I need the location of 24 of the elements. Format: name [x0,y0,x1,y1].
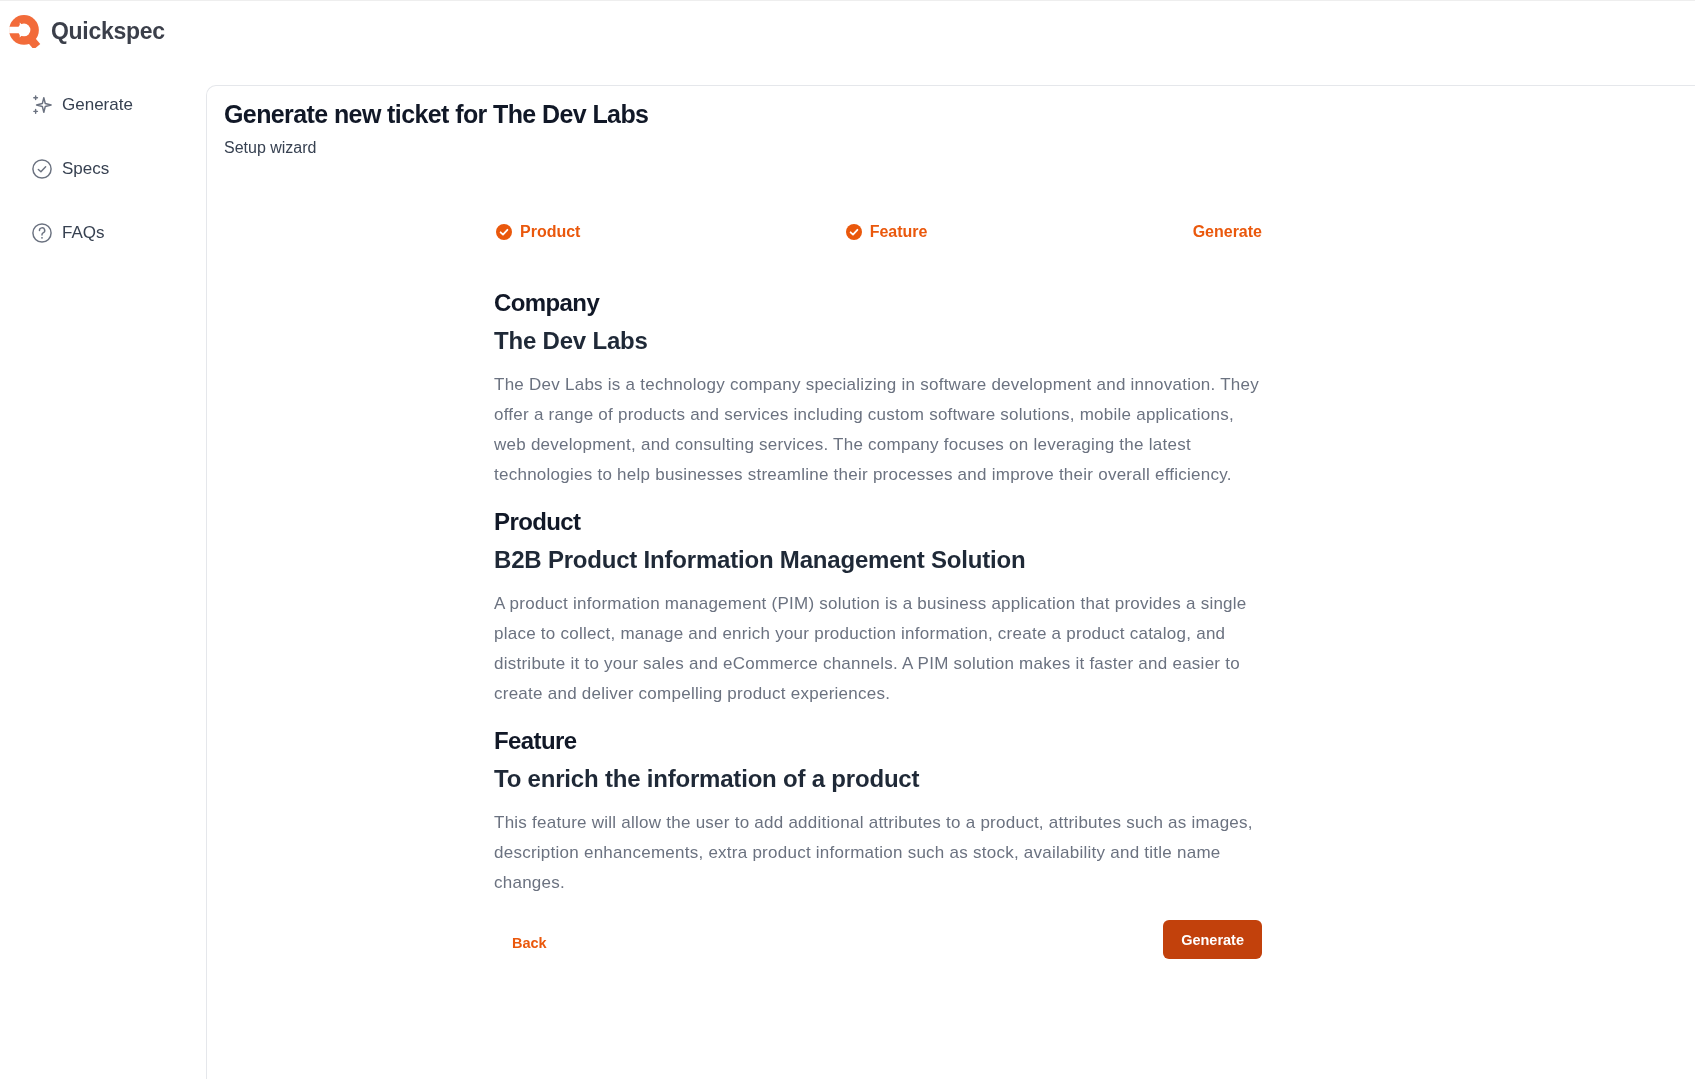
logo-icon [7,14,41,48]
section-description: The Dev Labs is a technology company specializing in software development and innovation. They offer a range of products and services including custom software solutions, mobile applications, web development, and consulting services. The company focuses on leveraging the latest technologies to help businesses streamline their processes and improve their overall efficiency. [494,374,1260,486]
sparkle-icon [32,95,52,115]
section-heading: Product [494,507,581,537]
nav-item[interactable]: Specs [20,149,122,189]
help-icon [32,223,52,243]
page-title: Generate new ticket for The Dev Labs [224,99,649,129]
section-title: The Dev Labs [494,326,648,356]
wizard-step[interactable]: Feature [843,221,928,243]
wizard-step[interactable]: Generate [1190,221,1262,243]
app-name: Quickspec [51,17,165,45]
check-circle-icon [32,159,52,179]
generate-button[interactable]: Generate [1163,920,1262,959]
section-heading: Feature [494,726,577,756]
page-subtitle: Setup wizard [224,138,317,158]
nav-item[interactable]: Generate [20,85,145,125]
section-title: To enrich the information of a product [494,764,920,794]
section-description: A product information management (PIM) solution is a business application that provides a single place to collect, manage and enrich your production information, create a product catalog, and distribute it to your sales and eCommerce channels. A PIM solution makes it faster and easier to create and deliver compelling product experiences. [494,593,1248,705]
section-heading: Company [494,288,600,318]
section-title: B2B Product Information Management Solution [494,545,1026,575]
section-description: This feature will allow the user to add additional attributes to a product, attributes such as images, description enhancements, extra product information such as stock, availability and title name changes. [494,812,1254,894]
wizard-step[interactable]: Product [494,221,581,243]
nav-item[interactable]: FAQs [20,213,117,253]
back-button[interactable]: Back [494,926,565,959]
